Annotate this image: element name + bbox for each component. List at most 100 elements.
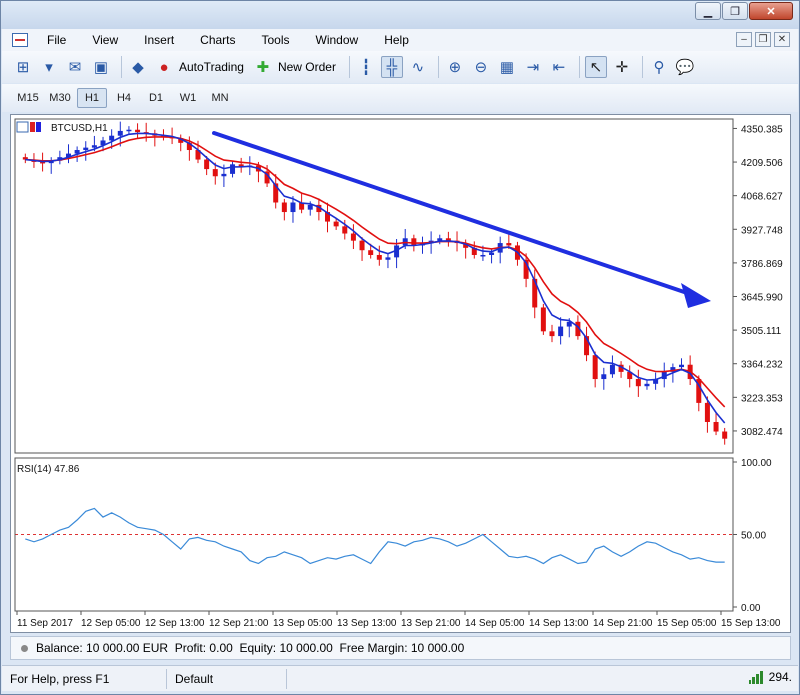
navigator-icon[interactable]: ▣	[90, 56, 112, 78]
candle-body	[230, 164, 236, 174]
fast-moving-average	[25, 132, 726, 424]
timeframe-m30[interactable]: M30	[45, 88, 75, 108]
candle-body	[221, 173, 227, 177]
zoom-in-icon[interactable]: ⊕	[444, 56, 466, 78]
price-tick-label: 4068.627	[741, 192, 783, 203]
menu-file[interactable]: File	[34, 29, 79, 51]
candle-body	[601, 374, 607, 380]
bear-candle-icon	[30, 122, 35, 132]
profiles-icon[interactable]: ▾	[38, 56, 60, 78]
chat-icon[interactable]: 💬	[674, 56, 696, 78]
candle-body	[635, 379, 641, 387]
timeframe-h1[interactable]: H1	[77, 88, 107, 108]
candle-body	[109, 135, 115, 141]
candle-body	[704, 402, 710, 422]
menu-view[interactable]: View	[79, 29, 131, 51]
terminal-window: ▁ ❐ ✕ File View Insert Charts Tools Wind…	[0, 0, 800, 695]
candle-body	[333, 221, 339, 227]
candle-body	[480, 254, 486, 257]
candle-body	[549, 331, 555, 337]
candlestick-icon[interactable]: ╬	[380, 56, 403, 78]
candle-body	[212, 169, 218, 177]
timeframe-m15[interactable]: M15	[13, 88, 43, 108]
menu-help[interactable]: Help	[371, 29, 422, 51]
autotrading-button[interactable]: AutoTrading	[179, 60, 244, 74]
price-tick-label: 3364.232	[741, 360, 783, 371]
time-tick-label: 15 Sep 13:00	[721, 618, 781, 629]
crosshair-icon[interactable]: ✛	[611, 56, 633, 78]
candle-body	[117, 130, 123, 136]
price-tick-label: 3082.474	[741, 427, 783, 438]
new-order-icon[interactable]: ✚	[252, 56, 274, 78]
timeframe-w1[interactable]: W1	[173, 88, 203, 108]
time-tick-label: 13 Sep 21:00	[401, 618, 461, 629]
candle-body	[506, 243, 512, 246]
chart-close-button[interactable]: ✕	[774, 32, 790, 47]
autotrading-icon[interactable]: ●	[153, 56, 175, 78]
downtrend-arrow-head	[681, 283, 711, 308]
tile-windows-icon[interactable]: ▦	[496, 56, 518, 78]
candle-body	[368, 250, 374, 255]
rsi-tick-label: 50.00	[741, 531, 766, 542]
timeframe-h4[interactable]: H4	[109, 88, 139, 108]
auto-scroll-icon[interactable]: ⇥	[522, 56, 544, 78]
symbol-label: BTCUSD,H1	[51, 123, 108, 134]
restore-button[interactable]: ❐	[722, 2, 748, 20]
time-tick-label: 13 Sep 13:00	[337, 618, 397, 629]
menu-window[interactable]: Window	[303, 29, 372, 51]
rsi-tick-label: 100.00	[741, 458, 772, 469]
chart-minimize-button[interactable]: –	[736, 32, 752, 47]
minimize-button[interactable]: ▁	[695, 2, 721, 20]
help-hint: For Help, press F1	[2, 668, 167, 689]
menu-charts[interactable]: Charts	[187, 29, 248, 51]
price-panel	[22, 121, 728, 445]
rsi-tick-label: 0.00	[741, 603, 761, 614]
price-chart[interactable]: 4350.385 4209.506 4068.627 3927.748 3786.869…	[11, 115, 790, 632]
price-tick-label: 3927.748	[741, 225, 783, 236]
account-status-bar: Balance: 10 000.00 EUR Profit: 0.00 Equi…	[10, 636, 791, 660]
price-tick-label: 3505.111	[741, 326, 782, 337]
time-tick-label: 12 Sep 05:00	[81, 618, 141, 629]
market-watch-icon[interactable]: ✉	[64, 56, 86, 78]
candle-body	[376, 254, 382, 260]
price-tick-label: 3223.353	[741, 393, 783, 404]
candle-body	[609, 364, 615, 375]
candle-body	[281, 202, 287, 213]
timeframe-d1[interactable]: D1	[141, 88, 171, 108]
chart-shift-icon[interactable]: ⇤	[548, 56, 570, 78]
candle-body	[91, 145, 97, 148]
candle-body	[307, 204, 313, 210]
timeframe-toolbar: M15 M30 H1 H4 D1 W1 MN	[2, 84, 798, 112]
close-button[interactable]: ✕	[749, 2, 793, 20]
candle-body	[713, 421, 719, 432]
candle-body	[290, 202, 296, 213]
candle-body	[135, 129, 141, 133]
candle-body	[540, 307, 546, 332]
account-summary: Balance: 10 000.00 EUR Profit: 0.00 Equi…	[36, 641, 465, 655]
bar-chart-icon[interactable]: ┇	[355, 56, 377, 78]
cursor-icon[interactable]: ↖	[584, 56, 607, 78]
candle-body	[350, 233, 356, 241]
candle-body	[558, 326, 564, 337]
rsi-line	[25, 507, 725, 565]
chart-document-icon[interactable]	[12, 33, 28, 47]
new-order-button[interactable]: New Order	[278, 60, 336, 74]
menu-tools[interactable]: Tools	[249, 29, 303, 51]
zoom-out-icon[interactable]: ⊖	[470, 56, 492, 78]
line-chart-icon[interactable]: ∿	[407, 56, 429, 78]
price-tick-label: 3786.869	[741, 259, 783, 270]
standard-toolbar: ⊞ ▾ ✉ ▣ ◆ ● AutoTrading ✚ New Order ┇ ╬ …	[2, 51, 798, 83]
menu-insert[interactable]: Insert	[131, 29, 187, 51]
chart-restore-button[interactable]: ❐	[755, 32, 771, 47]
candle-body	[126, 129, 132, 132]
experts-icon[interactable]: ◆	[127, 56, 149, 78]
timeframe-mn[interactable]: MN	[205, 88, 235, 108]
search-icon[interactable]: ⚲	[648, 56, 670, 78]
chart-window[interactable]: 4350.385 4209.506 4068.627 3927.748 3786.869…	[10, 114, 791, 633]
time-tick-label: 13 Sep 05:00	[273, 618, 333, 629]
new-chart-icon[interactable]: ⊞	[12, 56, 34, 78]
candle-body	[83, 147, 89, 151]
downtrend-arrow	[212, 131, 701, 299]
bottom-status-bar: For Help, press F1 Default 294.	[2, 665, 798, 691]
bull-candle-icon	[36, 122, 41, 132]
